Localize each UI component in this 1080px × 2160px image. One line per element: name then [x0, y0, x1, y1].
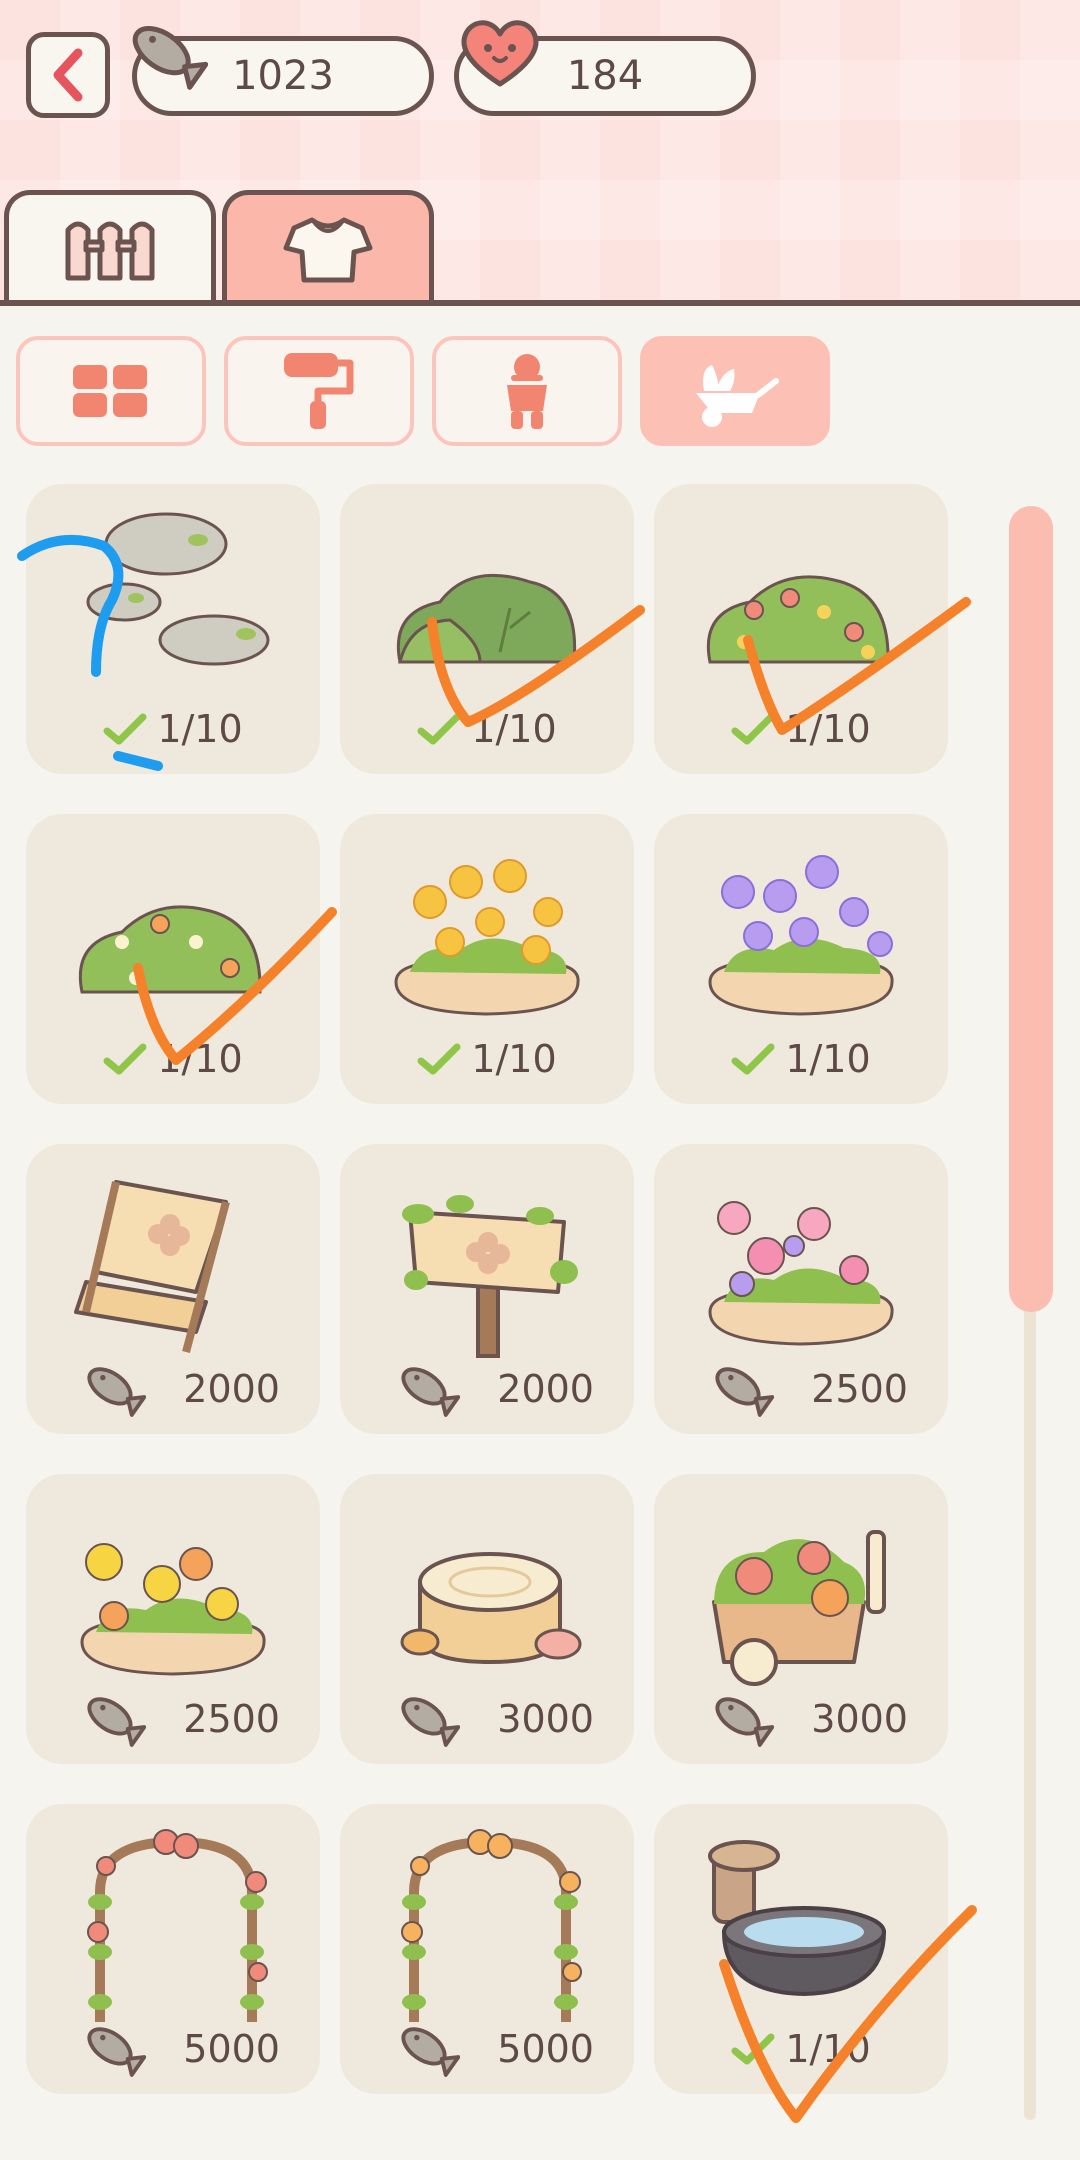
check-icon [103, 1043, 147, 1075]
heart-icon [461, 20, 539, 87]
item-status-count: 1/10 [471, 1037, 557, 1081]
heart-count: 184 [566, 53, 644, 99]
category-figure-button[interactable] [432, 336, 622, 446]
item-price-value: 2000 [497, 1367, 594, 1411]
flower-bed-icon [708, 855, 894, 1016]
item-card-tree-stump[interactable]: 3000 [340, 1474, 634, 1764]
item-price: 2500 [26, 1694, 320, 1747]
item-status: 1/10 [26, 1034, 320, 1084]
item-card-stone-water-basin[interactable]: 1/10 [654, 1804, 948, 2094]
item-card-flower-cart[interactable]: 3000 [654, 1474, 948, 1764]
fish-icon [401, 1697, 460, 1747]
item-price-value: 3000 [497, 1697, 594, 1741]
item-status: 1/10 [654, 704, 948, 754]
item-price: 2000 [26, 1364, 320, 1417]
item-status-count: 1/10 [471, 707, 557, 751]
paint-roller-icon [284, 353, 354, 429]
flower-bed-icon [394, 859, 580, 1016]
fish-icon [715, 1697, 774, 1747]
check-icon [417, 713, 461, 745]
chevron-left-icon [53, 48, 83, 102]
stepping-stones-icon [86, 512, 270, 666]
item-card-green-bush[interactable]: 1/10 [340, 484, 634, 774]
flowering-bush-icon [706, 575, 890, 664]
item-card-red-rose-arch[interactable]: 5000 [26, 1804, 320, 2094]
category-floor-button[interactable] [16, 336, 206, 446]
fish-icon [132, 26, 208, 90]
floor-grid-icon [73, 365, 147, 417]
tree-stump-icon [400, 1552, 582, 1665]
item-status-count: 1/10 [157, 707, 243, 751]
scrollbar-thumb[interactable] [1009, 506, 1053, 1312]
tab-clothes[interactable] [222, 190, 434, 302]
check-icon [417, 1043, 461, 1075]
item-status-count: 1/10 [785, 2027, 871, 2071]
item-price-value: 2000 [183, 1367, 280, 1411]
item-price: 3000 [654, 1694, 948, 1747]
item-price: 5000 [26, 2024, 320, 2077]
tab-divider [0, 300, 1080, 306]
flowering-bush-icon [78, 905, 262, 994]
wooden-chair-icon [74, 1180, 230, 1354]
item-status-count: 1/10 [785, 707, 871, 751]
fish-icon [715, 1367, 774, 1417]
item-status: 1/10 [26, 704, 320, 754]
item-price: 3000 [340, 1694, 634, 1747]
item-status: 1/10 [340, 1034, 634, 1084]
item-card-wooden-chair[interactable]: 2000 [26, 1144, 320, 1434]
green-bush-icon [396, 573, 577, 664]
flower-bed-icon [80, 1543, 266, 1676]
tab-furniture[interactable] [4, 190, 216, 302]
check-icon [103, 713, 147, 745]
item-card-flowering-bush-orange[interactable]: 1/10 [26, 814, 320, 1104]
fish-icon [401, 1367, 460, 1417]
flower-bed-icon [708, 1201, 894, 1346]
fence-icon [65, 221, 155, 280]
item-card-yellow-orange-flower-bed[interactable]: 2500 [26, 1474, 320, 1764]
fish-icon [87, 2027, 146, 2077]
item-price: 5000 [340, 2024, 634, 2077]
item-price-value: 2500 [811, 1367, 908, 1411]
garden-wheelbarrow-icon [696, 365, 779, 427]
check-icon [731, 1043, 775, 1075]
category-garden-button[interactable] [640, 336, 830, 446]
item-card-flowering-bush-red[interactable]: 1/10 [654, 484, 948, 774]
item-status-count: 1/10 [157, 1037, 243, 1081]
item-status: 1/10 [654, 2024, 948, 2074]
flower-cart-icon [712, 1530, 886, 1686]
rose-arch-icon [401, 1829, 582, 2022]
rose-arch-icon [87, 1829, 268, 2022]
signpost-icon [402, 1195, 578, 1358]
item-price-value: 2500 [183, 1697, 280, 1741]
check-icon [731, 2033, 775, 2065]
fish-count: 1023 [232, 53, 334, 99]
item-card-pink-flower-bed[interactable]: 2500 [654, 1144, 948, 1434]
item-card-purple-flower-bed[interactable]: 1/10 [654, 814, 948, 1104]
item-price-value: 5000 [183, 2027, 280, 2071]
item-status-count: 1/10 [785, 1037, 871, 1081]
item-status: 1/10 [340, 704, 634, 754]
item-price: 2500 [654, 1364, 948, 1417]
item-card-vine-signpost[interactable]: 2000 [340, 1144, 634, 1434]
item-status: 1/10 [654, 1034, 948, 1084]
fish-icon [401, 2027, 460, 2077]
fish-icon [87, 1697, 146, 1747]
water-basin-icon [708, 1840, 887, 1997]
item-price-value: 3000 [811, 1697, 908, 1741]
item-card-stepping-stones[interactable]: 1/10 [26, 484, 320, 774]
back-button[interactable] [26, 32, 110, 118]
category-paint-button[interactable] [224, 336, 414, 446]
item-price-value: 5000 [497, 2027, 594, 2071]
figure-icon [507, 354, 547, 429]
item-card-yellow-flower-bed[interactable]: 1/10 [340, 814, 634, 1104]
item-card-orange-rose-arch[interactable]: 5000 [340, 1804, 634, 2094]
fish-icon [87, 1367, 146, 1417]
shirt-icon [283, 217, 373, 282]
item-price: 2000 [340, 1364, 634, 1417]
check-icon [731, 713, 775, 745]
